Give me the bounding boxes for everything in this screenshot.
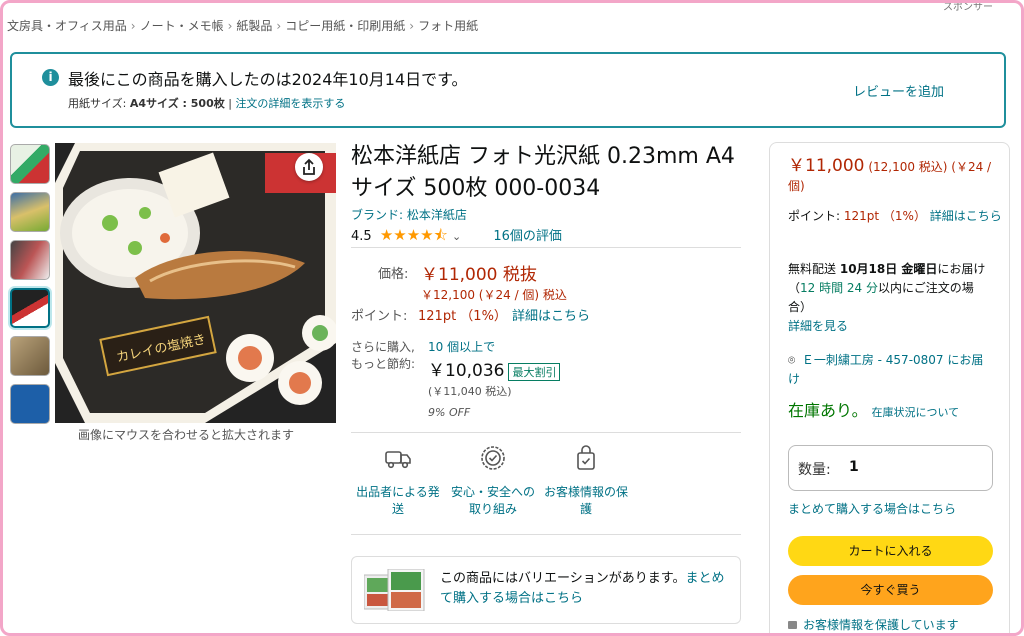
thumbnail-strip bbox=[10, 144, 54, 432]
product-title: 松本洋紙店 フォト光沢紙 0.23mm A4サイズ 500枚 000-0034 bbox=[351, 144, 735, 201]
notice-separator: | bbox=[224, 97, 236, 110]
buybox-bulk-link[interactable]: まとめて購入する場合はこちら bbox=[788, 500, 956, 519]
variation-message: この商品にはバリエーションがあります。 bbox=[440, 571, 686, 586]
max-discount-badge: 最大割引 bbox=[508, 363, 561, 381]
buybox-points-label: ポイント: bbox=[788, 209, 844, 223]
quantity-label: 数量: bbox=[798, 462, 831, 478]
breadcrumb-item[interactable]: フォト用紙 bbox=[418, 19, 478, 33]
delivery-countdown: 12 時間 24 分 bbox=[800, 281, 878, 295]
secure-transaction[interactable]: お客様情報を保護しています bbox=[788, 616, 959, 633]
breadcrumb-item[interactable]: コピー用紙・印刷用紙 bbox=[285, 19, 405, 33]
sponsored-label: スポンサー bbox=[943, 2, 993, 13]
variation-text: この商品にはバリエーションがあります。まとめて購入する場合はこちら bbox=[440, 569, 730, 609]
feature-seller-shipping[interactable]: 出品者による発送 bbox=[351, 443, 445, 518]
thumbnail-3[interactable] bbox=[10, 240, 50, 280]
feature-privacy[interactable]: お客様情報の保護 bbox=[541, 443, 631, 518]
points-detail-link[interactable]: 詳細はこちら bbox=[512, 305, 590, 324]
thumbnail-5[interactable] bbox=[10, 336, 50, 376]
order-details-link[interactable]: 注文の詳細を表示する bbox=[235, 97, 345, 110]
info-icon: i bbox=[42, 69, 59, 86]
brand-link[interactable]: ブランド: 松本洋紙店 bbox=[351, 206, 467, 223]
bulk-price-value: ￥10,036 bbox=[428, 361, 505, 381]
buybox-points-link[interactable]: 詳細はこちら bbox=[930, 209, 1002, 223]
bulk-price: ￥10,036 最大割引 bbox=[428, 356, 561, 381]
buybox-price: ￥11,000 bbox=[788, 156, 865, 176]
thumbnail-2[interactable] bbox=[10, 192, 50, 232]
product-photo-illustration: カレイの塩焼き bbox=[55, 143, 336, 423]
share-icon bbox=[303, 158, 315, 175]
buy-now-button[interactable]: 今すぐ買う bbox=[788, 575, 993, 605]
breadcrumb: 文房具・オフィス用品 › ノート・メモ帳 › 紙製品 › コピー用紙・印刷用紙 › フォト用紙 bbox=[7, 17, 478, 34]
points-value: 121pt （1%） bbox=[418, 309, 507, 324]
bulk-discount-percent: 9% OFF bbox=[428, 406, 471, 419]
delivery-address[interactable]: ⌾ Ｅ一刺繍工房 - 457-0807 にお届け bbox=[788, 351, 993, 389]
stock-info-link[interactable]: 在庫状況について bbox=[872, 406, 960, 419]
share-button[interactable] bbox=[295, 153, 323, 181]
add-review-link[interactable]: レビューを追加 bbox=[853, 81, 944, 100]
price-label: 価格: bbox=[378, 267, 409, 282]
size-label: 用紙サイズ: bbox=[68, 97, 130, 110]
divider bbox=[351, 432, 741, 433]
points-label: ポイント: bbox=[351, 309, 408, 324]
delivery-address-link[interactable]: Ｅ一刺繍工房 - 457-0807 にお届け bbox=[788, 353, 983, 386]
stock-status: 在庫あり。 在庫状況について bbox=[788, 401, 1003, 422]
buybox-points: ポイント: 121pt （1%） 詳細はこちら bbox=[788, 207, 1003, 226]
bulk-save-label: もっと節約: bbox=[351, 357, 416, 371]
location-pin-icon: ⌾ bbox=[788, 353, 796, 367]
breadcrumb-item[interactable]: ノート・メモ帳 bbox=[140, 19, 224, 33]
breadcrumb-item[interactable]: 紙製品 bbox=[236, 19, 272, 33]
lock-icon bbox=[788, 621, 797, 629]
price-tax-included: ￥12,100 (￥24 / 個) 税込 bbox=[421, 288, 567, 302]
breadcrumb-separator: › bbox=[227, 19, 233, 33]
variation-notice: この商品にはバリエーションがあります。まとめて購入する場合はこちら bbox=[351, 556, 741, 624]
buybox-price-line: ￥11,000 (12,100 税込) (￥24 / 個) bbox=[788, 157, 1003, 196]
delivery-info: 無料配送 10月18日 金曜日にお届け（12 時間 24 分以内にご注文の場合）… bbox=[788, 260, 993, 336]
thumbnail-4-selected[interactable] bbox=[10, 288, 50, 328]
shield-badge-icon bbox=[481, 446, 505, 470]
chevron-down-icon[interactable]: ⌄ bbox=[452, 230, 461, 243]
page-frame: スポンサー 文房具・オフィス用品 › ノート・メモ帳 › 紙製品 › コピー用紙・印刷用紙 ›… bbox=[0, 0, 1024, 636]
purchase-history-notice: i 最後にこの商品を購入したのは2024年10月14日です。 用紙サイズ: A4… bbox=[10, 52, 1006, 128]
thumbnail-6-brand-logo[interactable] bbox=[10, 384, 50, 424]
secure-bag-icon bbox=[577, 445, 595, 470]
bulk-label: さらに購入, bbox=[351, 340, 415, 354]
delivery-date: 10月18日 金曜日 bbox=[839, 262, 938, 276]
bulk-quantity-link[interactable]: 10 個以上で bbox=[428, 338, 495, 355]
secure-transaction-label[interactable]: お客様情報を保護しています bbox=[803, 618, 959, 632]
add-to-cart-button[interactable]: カートに入れる bbox=[788, 536, 993, 566]
image-zoom-hint: 画像にマウスを合わせると拡大されます bbox=[78, 428, 295, 442]
feature-label: お客様情報の保護 bbox=[543, 485, 628, 516]
rating-count-link[interactable]: 16個の評価 bbox=[493, 229, 562, 244]
product-main-image[interactable]: カレイの塩焼き bbox=[55, 143, 336, 423]
truck-icon bbox=[385, 451, 411, 469]
divider bbox=[351, 247, 741, 248]
delivery-free-label: 無料配送 bbox=[788, 262, 837, 276]
buy-box: ￥11,000 (12,100 税込) (￥24 / 個) ポイント: 121p… bbox=[769, 142, 1010, 633]
notice-subtext: 用紙サイズ: A4サイズ : 500枚 | 注文の詳細を表示する bbox=[68, 95, 345, 111]
divider bbox=[351, 534, 741, 535]
feature-safety[interactable]: 安心・安全への取り組み bbox=[446, 443, 540, 518]
breadcrumb-separator: › bbox=[409, 19, 415, 33]
size-value: A4サイズ : 500枚 bbox=[129, 97, 225, 110]
thumbnail-1[interactable] bbox=[10, 144, 50, 184]
delivery-details-link[interactable]: 詳細を見る bbox=[788, 319, 848, 333]
feature-label: 出品者による発送 bbox=[356, 485, 440, 516]
star-rating-icon[interactable]: ★★★★⯪ bbox=[380, 226, 448, 244]
in-stock-label: 在庫あり。 bbox=[788, 401, 868, 420]
notice-title: 最後にこの商品を購入したのは2024年10月14日です。 bbox=[68, 70, 468, 89]
quantity-select[interactable]: 数量: 1 bbox=[788, 445, 993, 491]
buybox-points-value: 121pt （1%） bbox=[843, 209, 926, 223]
breadcrumb-separator: › bbox=[130, 19, 136, 33]
variation-thumbnail[interactable] bbox=[364, 569, 426, 611]
quantity-value: 1 bbox=[849, 459, 859, 475]
breadcrumb-item[interactable]: 文房具・オフィス用品 bbox=[7, 19, 127, 33]
breadcrumb-separator: › bbox=[276, 19, 282, 33]
bulk-price-tax-included: (￥11,040 税込) bbox=[428, 385, 512, 398]
rating-value: 4.5 bbox=[351, 229, 372, 244]
feature-label: 安心・安全への取り組み bbox=[450, 485, 535, 516]
price-main: ￥11,000 税抜 bbox=[421, 265, 537, 285]
